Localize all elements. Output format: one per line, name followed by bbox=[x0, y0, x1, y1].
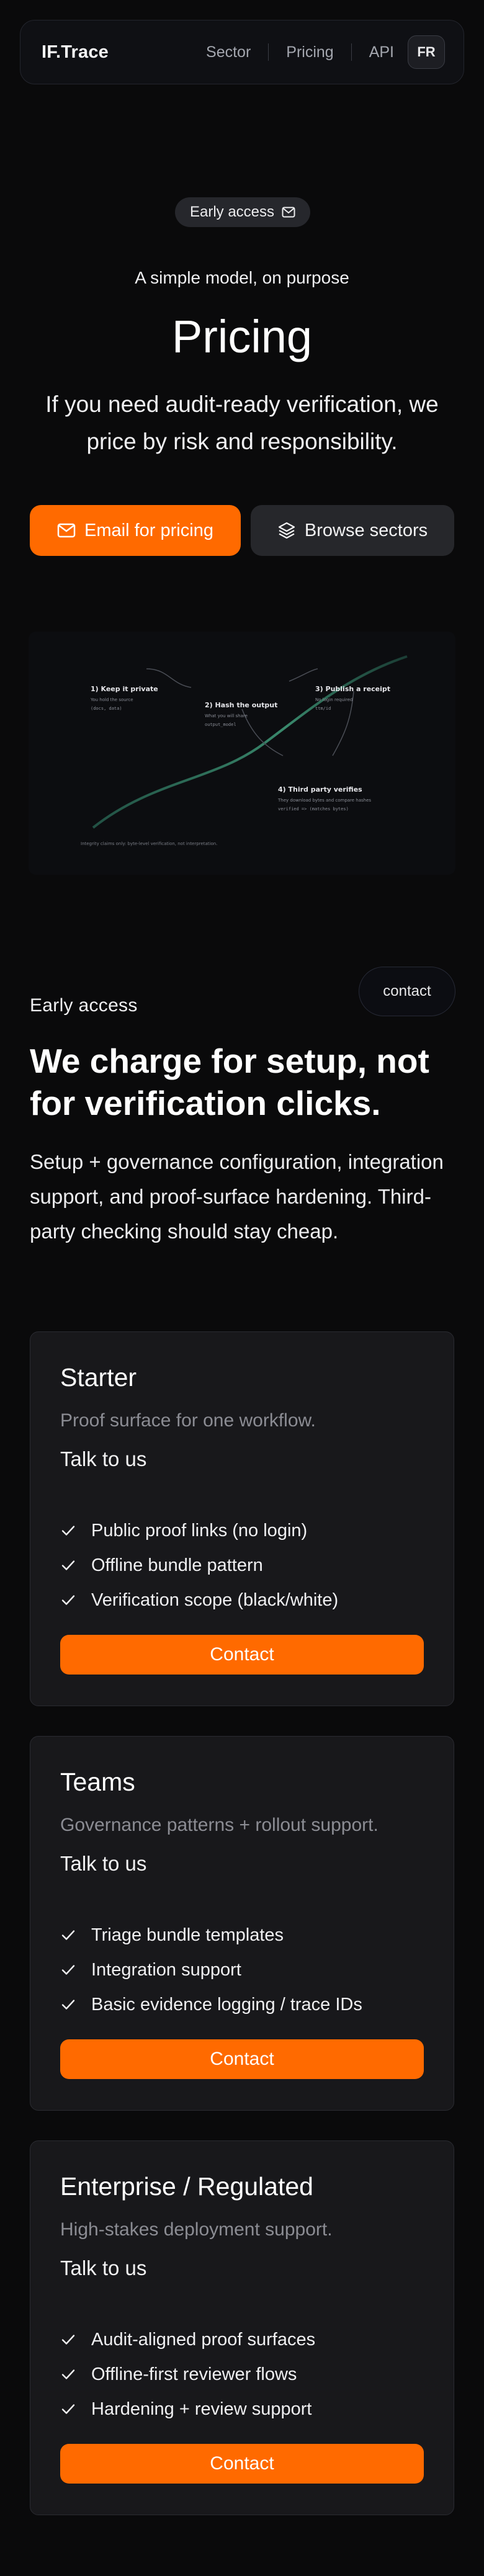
step-title: 1) Keep it private bbox=[91, 685, 158, 693]
step-line: No login required bbox=[315, 697, 352, 702]
check-icon bbox=[61, 2369, 75, 2379]
plan-subtitle: High-stakes deployment support. bbox=[60, 2219, 333, 2240]
feature-item: Triage bundle templates bbox=[60, 1918, 432, 1952]
feature-item: Offline bundle pattern bbox=[60, 1548, 432, 1583]
step-line: (docs, data) bbox=[91, 706, 122, 711]
nav-link-api[interactable]: API bbox=[369, 43, 394, 61]
nav-divider bbox=[351, 43, 352, 61]
feature-label: Hardening + review support bbox=[91, 2399, 312, 2419]
step-line: What you will share bbox=[205, 713, 248, 718]
hero-lead: If you need audit-ready verification, we… bbox=[45, 391, 439, 454]
contact-button[interactable]: contact bbox=[359, 967, 455, 1016]
feature-item: Public proof links (no login) bbox=[60, 1513, 432, 1548]
feature-label: Public proof links (no login) bbox=[91, 1520, 308, 1541]
flow-diagram-svg: 1) Keep it private You hold the source (… bbox=[29, 632, 455, 875]
check-icon bbox=[61, 1595, 75, 1605]
language-toggle[interactable]: FR bbox=[408, 35, 445, 69]
email-for-pricing-label: Email for pricing bbox=[84, 520, 213, 540]
page-title: Pricing bbox=[171, 311, 313, 362]
verification-flow-diagram: 1) Keep it private You hold the source (… bbox=[29, 632, 455, 875]
check-icon bbox=[61, 1560, 75, 1570]
feature-item: Audit-aligned proof surfaces bbox=[60, 2322, 432, 2357]
badge-label: Early access bbox=[189, 203, 275, 220]
early-access-badge: Early access bbox=[175, 197, 310, 227]
step-title: 3) Publish a receipt bbox=[315, 685, 390, 693]
mail-icon bbox=[57, 523, 76, 538]
pricing-description: Setup + governance configuration, integr… bbox=[30, 1150, 444, 1243]
feature-label: Integration support bbox=[91, 1959, 241, 1980]
mail-icon bbox=[282, 207, 295, 218]
email-for-pricing-button[interactable]: Email for pricing bbox=[30, 505, 241, 556]
plan-subtitle: Proof surface for one workflow. bbox=[60, 1410, 316, 1431]
step-line: They download bytes and compare hashes bbox=[277, 798, 371, 803]
plan-card-teams: Teams Governance patterns + rollout supp… bbox=[30, 1736, 454, 2111]
feature-label: Offline-first reviewer flows bbox=[91, 2364, 297, 2384]
step-line: output_model bbox=[205, 722, 236, 727]
nav-link-pricing[interactable]: Pricing bbox=[286, 43, 333, 61]
browse-sectors-button[interactable]: Browse sectors bbox=[251, 505, 454, 556]
pricing-eyebrow: Early access bbox=[30, 995, 138, 1016]
layers-icon bbox=[278, 522, 295, 539]
feature-item: Basic evidence logging / trace IDs bbox=[60, 1987, 432, 2022]
plan-price: Talk to us bbox=[60, 1447, 147, 1470]
feature-item: Integration support bbox=[60, 1952, 432, 1987]
check-icon bbox=[61, 2000, 75, 2010]
brand-logo[interactable]: IF.Trace bbox=[42, 42, 109, 63]
check-icon bbox=[61, 1930, 75, 1940]
feature-label: Offline bundle pattern bbox=[91, 1555, 263, 1575]
nav-link-sector[interactable]: Sector bbox=[206, 43, 251, 61]
starter-contact-button[interactable]: Contact bbox=[60, 1635, 424, 1675]
check-icon bbox=[61, 2404, 75, 2414]
plan-subtitle: Governance patterns + rollout support. bbox=[60, 1815, 379, 1835]
plan-features: Audit-aligned proof surfaces Offline-fir… bbox=[60, 2322, 432, 2426]
feature-item: Offline-first reviewer flows bbox=[60, 2357, 432, 2392]
step-line: You hold the source bbox=[90, 697, 133, 702]
plan-name: Enterprise / Regulated bbox=[60, 2172, 313, 2201]
top-nav: IF.Trace Sector Pricing API FR bbox=[20, 20, 464, 84]
plan-card-starter: Starter Proof surface for one workflow. … bbox=[30, 1331, 454, 1706]
check-icon bbox=[61, 1526, 75, 1536]
plan-price: Talk to us bbox=[60, 2256, 147, 2279]
plan-card-enterprise: Enterprise / Regulated High-stakes deplo… bbox=[30, 2140, 454, 2515]
check-icon bbox=[61, 1965, 75, 1975]
diagram-background bbox=[29, 632, 455, 875]
nav-divider bbox=[268, 43, 269, 61]
plan-features: Public proof links (no login) Offline bu… bbox=[60, 1513, 432, 1617]
step-title: 2) Hash the output bbox=[205, 701, 277, 709]
feature-label: Triage bundle templates bbox=[91, 1925, 284, 1945]
check-icon bbox=[61, 2335, 75, 2345]
step-title: 4) Third party verifies bbox=[278, 785, 362, 794]
feature-item: Hardening + review support bbox=[60, 2392, 432, 2426]
nav-links: Sector Pricing API bbox=[206, 43, 394, 61]
diagram-caption: Integrity claims only: byte-level verifi… bbox=[81, 841, 217, 846]
feature-label: Audit-aligned proof surfaces bbox=[91, 2329, 316, 2350]
pricing-heading: We charge for setup, not for verificatio… bbox=[30, 1042, 429, 1122]
step-line: verified => (matches bytes) bbox=[278, 807, 349, 812]
teams-contact-button[interactable]: Contact bbox=[60, 2039, 424, 2079]
plan-name: Starter bbox=[60, 1363, 137, 1392]
step-line: ttm/id bbox=[315, 706, 331, 711]
feature-label: Basic evidence logging / trace IDs bbox=[91, 1994, 362, 2015]
enterprise-contact-button[interactable]: Contact bbox=[60, 2444, 424, 2484]
browse-sectors-label: Browse sectors bbox=[304, 520, 428, 540]
plan-features: Triage bundle templates Integration supp… bbox=[60, 1918, 432, 2022]
feature-item: Verification scope (black/white) bbox=[60, 1583, 432, 1617]
plan-price: Talk to us bbox=[60, 1852, 147, 1875]
hero-kicker: A simple model, on purpose bbox=[135, 268, 349, 287]
feature-label: Verification scope (black/white) bbox=[91, 1590, 339, 1610]
plan-name: Teams bbox=[60, 1768, 135, 1796]
